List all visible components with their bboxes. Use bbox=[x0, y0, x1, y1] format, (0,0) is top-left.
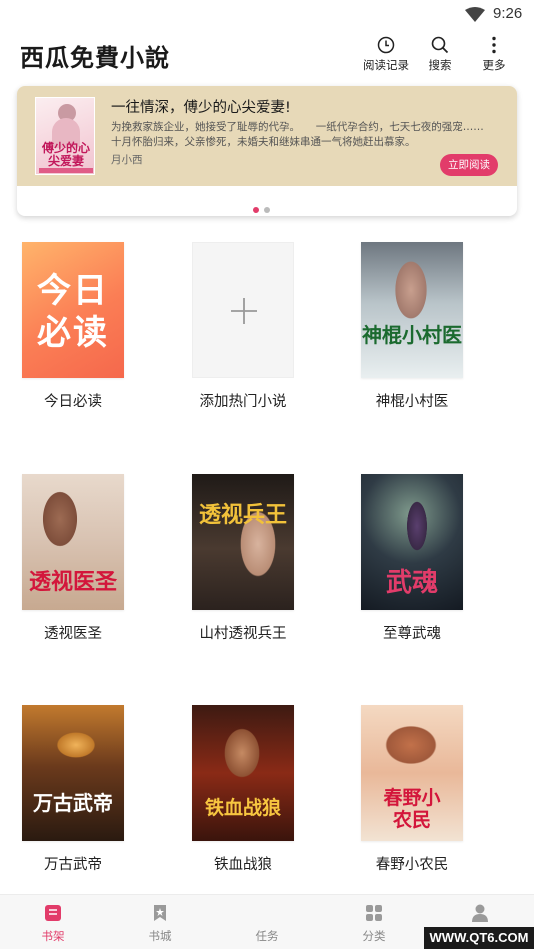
read-now-button[interactable]: 立即阅读 bbox=[440, 154, 498, 176]
more-vertical-icon bbox=[492, 36, 496, 54]
bookmark-icon bbox=[154, 905, 166, 921]
clock-icon bbox=[377, 36, 395, 54]
book-cover[interactable]: 透视兵王 bbox=[192, 474, 294, 610]
book-cover[interactable]: 铁血战狼 bbox=[192, 705, 294, 841]
book-item[interactable]: 铁血战狼 铁血战狼 bbox=[168, 705, 318, 874]
book-item[interactable]: 春野小农民 春野小农民 bbox=[337, 705, 487, 874]
book-cover[interactable]: 神棍小村医 bbox=[361, 242, 463, 378]
book-cover-text: 今日必读 bbox=[37, 271, 109, 353]
tab-bookshelf[interactable]: 书架 bbox=[23, 903, 83, 944]
cover-stripe bbox=[39, 168, 93, 173]
book-item[interactable]: 今日必读 今日必读 bbox=[0, 242, 148, 411]
reading-history-label: 阅读记录 bbox=[363, 58, 409, 72]
book-cover[interactable]: 今日必读 bbox=[22, 242, 124, 378]
tab-tasks-label: 任务 bbox=[255, 929, 279, 943]
plus-icon bbox=[231, 298, 257, 324]
banner-dot[interactable] bbox=[264, 207, 270, 213]
book-title: 山村透视兵王 bbox=[199, 626, 287, 642]
banner-book-cover[interactable]: 傅少的心尖爱妻 bbox=[35, 97, 95, 175]
category-grid-icon bbox=[366, 905, 382, 921]
watermark-logo: WWW.QT6.COM bbox=[424, 927, 534, 949]
more-label: 更多 bbox=[482, 58, 506, 72]
banner-title: 一往情深，傅少的心尖爱妻! bbox=[111, 100, 291, 116]
book-cover-text: 透视兵王 bbox=[198, 503, 287, 528]
cover-art bbox=[361, 242, 463, 378]
banner-description: 为挽救家族企业，她接受了耻辱的代孕。 一纸代孕合约，七天七夜的强宠…… 十月怀胎… bbox=[111, 121, 501, 148]
tab-bookshelf-label: 书架 bbox=[41, 929, 65, 943]
book-cover[interactable]: 万古武帝 bbox=[22, 705, 124, 841]
search-button[interactable]: 搜索 bbox=[413, 36, 467, 73]
wifi-icon bbox=[465, 7, 485, 22]
book-cover-text: 武魂 bbox=[385, 568, 438, 598]
add-book-placeholder[interactable] bbox=[192, 242, 294, 378]
book-cover-text: 春野小农民 bbox=[383, 787, 441, 831]
task-icon bbox=[260, 906, 274, 920]
book-item[interactable]: 神棍小村医 神棍小村医 bbox=[337, 242, 487, 411]
book-title: 神棍小村医 bbox=[375, 394, 449, 410]
tab-category-label: 分类 bbox=[362, 929, 386, 943]
book-title: 铁血战狼 bbox=[214, 857, 272, 873]
book-item[interactable]: 透视医圣 透视医圣 bbox=[0, 474, 148, 643]
cover-art bbox=[192, 705, 294, 841]
book-title: 添加热门小说 bbox=[199, 394, 287, 410]
book-cover-text: 万古武帝 bbox=[33, 791, 113, 815]
status-bar: 9:26 bbox=[0, 0, 534, 30]
search-icon bbox=[431, 36, 449, 54]
tab-bookstore-label: 书城 bbox=[148, 929, 172, 943]
featured-banner[interactable]: 傅少的心尖爱妻 一往情深，傅少的心尖爱妻! 为挽救家族企业，她接受了耻辱的代孕。… bbox=[17, 86, 517, 216]
bookshelf-icon bbox=[45, 905, 61, 921]
book-item[interactable]: 透视兵王 山村透视兵王 bbox=[168, 474, 318, 643]
banner-cover-title: 傅少的心尖爱妻 bbox=[41, 141, 90, 168]
search-label: 搜索 bbox=[428, 58, 452, 72]
book-item[interactable]: 武魂 至尊武魂 bbox=[337, 474, 487, 643]
book-cover[interactable]: 春野小农民 bbox=[361, 705, 463, 841]
status-time: 9:26 bbox=[493, 5, 523, 22]
cover-art bbox=[22, 705, 124, 841]
tab-tasks[interactable]: 任务 bbox=[237, 903, 297, 944]
banner-author: 月小西 bbox=[111, 154, 143, 166]
cover-art bbox=[192, 474, 294, 610]
user-icon bbox=[472, 904, 488, 922]
book-title: 至尊武魂 bbox=[383, 626, 441, 642]
book-title: 透视医圣 bbox=[44, 626, 102, 642]
tab-bookstore[interactable]: 书城 bbox=[130, 903, 190, 944]
book-cover[interactable]: 武魂 bbox=[361, 474, 463, 610]
add-book-item[interactable]: 添加热门小说 bbox=[168, 242, 318, 411]
more-button[interactable]: 更多 bbox=[467, 36, 521, 73]
book-cover-text: 神棍小村医 bbox=[362, 323, 462, 347]
banner-dot-active[interactable] bbox=[253, 207, 259, 213]
book-item[interactable]: 万古武帝 万古武帝 bbox=[0, 705, 148, 874]
book-title: 今日必读 bbox=[44, 394, 102, 410]
book-cover-text: 铁血战狼 bbox=[204, 797, 281, 819]
tab-category[interactable]: 分类 bbox=[344, 903, 404, 944]
book-cover-text: 透视医圣 bbox=[28, 570, 117, 595]
book-cover[interactable]: 透视医圣 bbox=[22, 474, 124, 610]
book-title: 春野小农民 bbox=[375, 857, 449, 873]
app-title: 西瓜免費小說 bbox=[20, 44, 170, 72]
book-title: 万古武帝 bbox=[44, 857, 102, 873]
reading-history-button[interactable]: 阅读记录 bbox=[359, 36, 413, 73]
banner-pagination bbox=[253, 198, 275, 216]
